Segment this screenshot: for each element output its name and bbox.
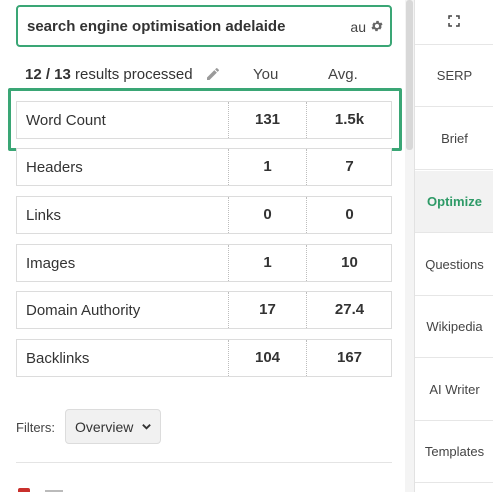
sidebar-item-questions[interactable]: Questions: [415, 234, 493, 296]
chevron-down-icon: [142, 424, 151, 430]
sidebar-item-label: Brief: [441, 131, 468, 146]
sidebar-item-label: Templates: [424, 444, 485, 459]
metric-label: Headers: [26, 159, 83, 176]
metric-you-value: 0: [228, 197, 306, 233]
metric-you-value: 17: [228, 292, 306, 328]
sidebar-item-label: SERP: [436, 68, 473, 83]
metric-row-links: Links 0 0: [16, 196, 392, 234]
sidebar-item-label: Optimize: [427, 194, 482, 209]
metric-row-images: Images 1 10: [16, 244, 392, 282]
column-header-avg: Avg.: [328, 66, 358, 83]
keyword-text[interactable]: search engine optimisation adelaide: [27, 18, 285, 35]
metric-you-value: 1: [228, 149, 306, 185]
gear-icon[interactable]: [370, 19, 384, 33]
filter-selected-value: Overview: [75, 419, 134, 435]
highlight-outline: [8, 88, 402, 151]
expand-icon: [448, 15, 460, 27]
metric-avg-value: 0: [306, 197, 392, 233]
metric-row-backlinks: Backlinks 104 167: [16, 339, 392, 377]
expand-button[interactable]: [415, 0, 493, 45]
keyword-search-box[interactable]: search engine optimisation adelaide au: [16, 5, 392, 47]
sidebar-item-wikipedia[interactable]: Wikipedia: [415, 296, 493, 358]
sidebar-item-ai-writer[interactable]: AI Writer: [415, 359, 493, 421]
metric-row-domain-authority: Domain Authority 17 27.4: [16, 291, 392, 329]
sidebar-item-serp[interactable]: SERP: [415, 45, 493, 107]
metric-label: Backlinks: [26, 350, 90, 367]
sidebar-item-label: Wikipedia: [426, 319, 483, 334]
section-divider: [16, 462, 392, 463]
processed-count: 12 / 13: [25, 66, 71, 83]
sidebar-item-brief[interactable]: Brief: [415, 108, 493, 170]
metric-label: Domain Authority: [26, 302, 141, 319]
metric-you-value: 104: [228, 340, 306, 376]
locale-code[interactable]: au: [350, 19, 366, 35]
sidebar-item-label: Questions: [425, 257, 484, 272]
right-sidebar: SERP Brief Optimize Questions Wikipedia …: [414, 0, 493, 492]
main-panel: search engine optimisation adelaide au 1…: [0, 0, 405, 492]
sidebar-item-templates[interactable]: Templates: [415, 421, 493, 483]
metric-avg-value: 7: [306, 149, 392, 185]
metric-avg-value: 27.4: [306, 292, 392, 328]
processed-suffix: results processed: [75, 66, 193, 83]
sidebar-item-optimize[interactable]: Optimize: [415, 171, 493, 233]
sidebar-item-label: AI Writer: [429, 382, 480, 397]
filters-label: Filters:: [16, 420, 55, 435]
filter-dropdown[interactable]: Overview: [65, 409, 161, 444]
results-processed-summary: 12 / 13 results processed: [25, 66, 193, 83]
scrollbar-thumb[interactable]: [406, 0, 413, 150]
metric-avg-value: 167: [306, 340, 392, 376]
column-header-you: You: [253, 66, 279, 83]
metric-you-value: 1: [228, 245, 306, 281]
warning-marker: [18, 488, 30, 492]
metric-avg-value: 10: [306, 245, 392, 281]
metric-row-headers: Headers 1 7: [16, 148, 392, 186]
pencil-icon[interactable]: [205, 66, 221, 82]
metric-label: Links: [26, 207, 62, 224]
metric-label: Images: [26, 255, 76, 272]
